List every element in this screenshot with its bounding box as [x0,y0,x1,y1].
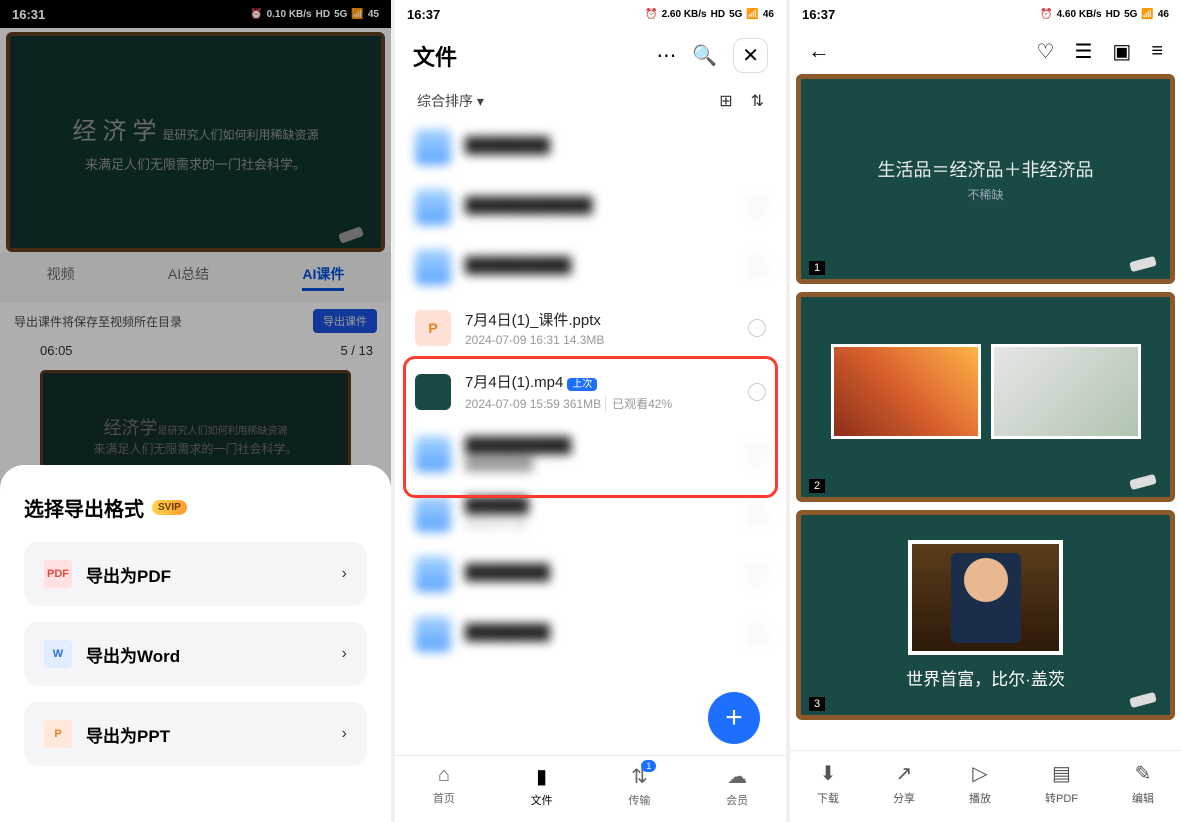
cloud-icon: ☁ [727,764,747,789]
folder-icon: ▮ [536,764,547,789]
progress-time: 06:05 [40,343,73,358]
file-row[interactable]: ██████2024-07-04 [395,484,786,544]
tab-courseware[interactable]: AI课件 [302,264,344,291]
nav-home[interactable]: ⌂首页 [433,764,455,808]
chalk-icon [1129,474,1157,490]
back-arrow-icon[interactable]: ← [808,38,830,64]
slide-3[interactable]: 世界首富，比尔·盖茨 3 [796,510,1175,720]
export-notice: 导出课件将保存至视频所在目录 [14,313,182,330]
file-list: ████████ ████████████ ██████████ P 7月4日(… [395,117,786,755]
file-row[interactable]: ████████ [395,544,786,604]
to-pdf-button[interactable]: ▤转PDF [1045,761,1078,806]
file-row[interactable]: ██████████ [395,237,786,297]
play-button[interactable]: ▷播放 [969,761,991,806]
progress-count: 5 / 13 [340,343,373,358]
menu-icon[interactable]: ≡ [1151,40,1163,63]
file-row[interactable]: ████████████ [395,177,786,237]
chevron-right-icon: › [342,725,347,743]
chalk-icon [338,226,364,244]
pdf-icon: ▤ [1052,761,1071,786]
status-indicators: ⏰4.60 KB/sHD5G📶46 [1040,9,1169,20]
ppt-icon: P [44,720,72,748]
status-bar: 16:37 ⏰2.60 KB/sHD5G📶46 [395,0,786,28]
slide-2[interactable]: 2 [796,292,1175,502]
slide-number: 1 [809,261,825,275]
video-blackboard: 经济学是研究人们如何利用稀缺资源 来满足人们无限需求的一门社会科学。 [6,32,385,252]
status-time: 16:37 [407,7,440,22]
page-title: 文件 [413,40,457,72]
chevron-right-icon: › [342,565,347,583]
radio-select[interactable] [748,319,766,337]
file-row[interactable]: ████████ [395,604,786,664]
close-icon[interactable]: ✕ [733,38,768,73]
export-format-sheet: 选择导出格式 SVIP PDF 导出为PDF › W 导出为Word › P 导… [0,465,391,822]
export-courseware-button[interactable]: 导出课件 [313,309,377,333]
bottom-toolbar: ⬇下载 ↗分享 ▷播放 ▤转PDF ✎编辑 [790,750,1181,822]
slide-number: 3 [809,697,825,711]
video-thumbnail-icon [415,374,451,410]
file-meta: 2024-07-09 16:31 14.3MB [465,333,734,347]
play-icon: ▷ [972,761,987,786]
status-bar: 16:31 ⏰ 0.10 KB/s HD 5G 📶 45 [0,0,391,28]
radio-select[interactable] [748,383,766,401]
list-icon[interactable]: ☰ [1074,39,1092,64]
sheet-title: 选择导出格式 [24,493,144,522]
file-row[interactable]: ██████████████████ [395,424,786,484]
status-indicators: ⏰2.60 KB/sHD5G📶46 [645,9,774,20]
heart-icon[interactable]: ♡ [1037,39,1055,64]
pptx-icon: P [415,310,451,346]
cast-icon[interactable]: ▣ [1112,39,1131,64]
pdf-icon: PDF [44,560,72,588]
export-ppt-option[interactable]: P 导出为PPT › [24,702,367,766]
tab-video[interactable]: 视频 [47,264,75,291]
export-pdf-option[interactable]: PDF 导出为PDF › [24,542,367,606]
tab-summary[interactable]: AI总结 [168,264,209,291]
search-icon[interactable]: 🔍 [692,43,717,68]
transfer-badge: 1 [641,760,656,772]
bottom-nav: ⌂首页 ▮文件 ⇅传输1 ☁会员 [395,755,786,822]
share-icon: ↗ [896,761,913,786]
person-photo [908,540,1063,655]
more-icon[interactable]: ⋯ [656,43,676,68]
chevron-right-icon: › [342,645,347,663]
status-time: 16:37 [802,7,835,22]
file-meta: 2024-07-09 15:59 361MB已观看42% [465,395,734,412]
word-icon: W [44,640,72,668]
market-photo [831,344,981,439]
tabs: 视频 AI总结 AI课件 [0,252,391,303]
add-fab-button[interactable]: + [708,692,760,744]
grid-view-icon[interactable]: ⊞ [719,91,732,111]
slide-1[interactable]: 生活品＝经济品＋非经济品 不稀缺 1 [796,74,1175,284]
home-icon: ⌂ [438,764,450,787]
nav-member[interactable]: ☁会员 [726,764,748,808]
filter-icon[interactable]: ⇅ [751,91,764,111]
chalk-icon [1129,256,1157,272]
svip-badge: SVIP [152,500,187,515]
download-icon: ⬇ [820,761,837,786]
chalk-icon [1129,692,1157,708]
export-word-option[interactable]: W 导出为Word › [24,622,367,686]
download-button[interactable]: ⬇下载 [817,761,839,806]
edit-button[interactable]: ✎编辑 [1132,761,1154,806]
status-time: 16:31 [12,7,45,22]
items-photo [991,344,1141,439]
nav-files[interactable]: ▮文件 [531,764,553,808]
last-badge: 上次 [567,378,597,391]
edit-icon: ✎ [1135,761,1152,786]
nav-transfer[interactable]: ⇅传输1 [628,764,650,808]
filename: 7月4日(1)_课件.pptx [465,309,734,330]
share-button[interactable]: ↗分享 [893,761,915,806]
file-row[interactable]: ████████ [395,117,786,177]
file-row-pptx[interactable]: P 7月4日(1)_课件.pptx 2024-07-09 16:31 14.3M… [395,297,786,359]
status-bar: 16:37 ⏰4.60 KB/sHD5G📶46 [790,0,1181,28]
filename: 7月4日(1).mp4上次 [465,371,734,392]
status-indicators: ⏰ 0.10 KB/s HD 5G 📶 45 [250,9,379,20]
slide-number: 2 [809,479,825,493]
sort-dropdown[interactable]: 综合排序 ▾ [417,91,484,111]
file-row-mp4[interactable]: 7月4日(1).mp4上次 2024-07-09 15:59 361MB已观看4… [395,359,786,424]
